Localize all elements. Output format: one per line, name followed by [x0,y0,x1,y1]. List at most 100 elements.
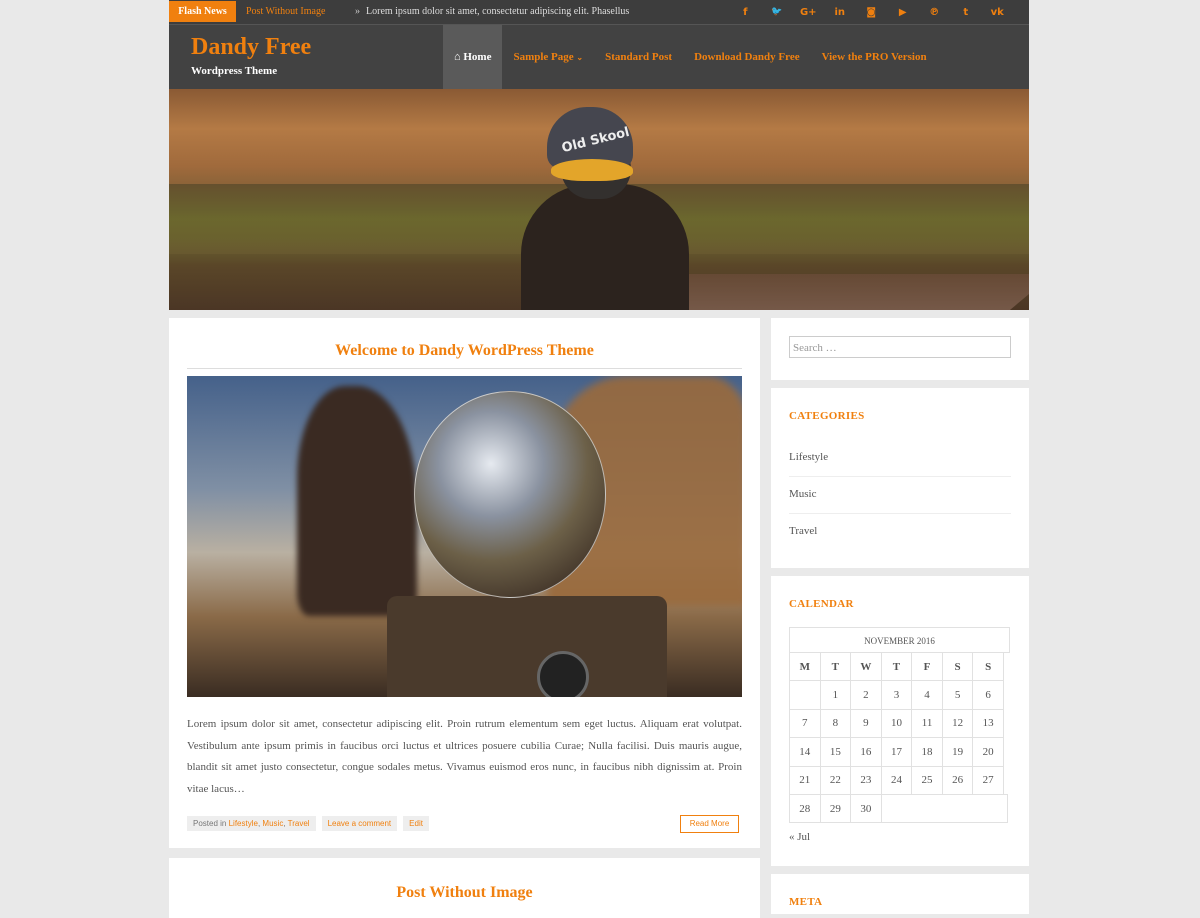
calendar-day: 26 [941,765,974,795]
calendar-day: 2 [850,680,882,710]
calendar-widget: CALENDAR NOVEMBER 2016 M T W T F S S 1 2… [771,576,1029,866]
post-excerpt: Lorem ipsum dolor sit amet, consectetur … [187,718,742,795]
category-separator: , [257,819,261,828]
google-plus-icon[interactable]: G+ [793,0,825,24]
calendar-day: 5 [941,680,974,710]
calendar-day-header: S [941,652,974,682]
category-item[interactable]: Lifestyle [789,439,1011,477]
post-featured-image[interactable] [187,376,742,697]
categories-widget: CATEGORIES Lifestyle Music Travel [771,388,1029,568]
calendar-day: 24 [880,765,913,795]
chevron-down-icon: ⌄ [576,53,584,62]
calendar-grid: M T W T F S S 1 2 3 4 5 6 7 8 9 10 11 12… [789,652,1010,824]
read-more-button[interactable]: Read More [680,815,739,833]
post-title[interactable]: Post Without Image [169,884,760,902]
flash-news-text[interactable]: Lorem ipsum dolor sit amet, consectetur … [366,0,629,24]
calendar-day-header: T [880,652,913,682]
tumblr-icon[interactable]: t [950,0,982,24]
calendar-day: 18 [911,737,943,767]
vk-icon[interactable]: vk [982,0,1014,24]
nav-item-home[interactable]: ⌂ Home [443,25,503,89]
image-wood-post [387,596,667,697]
calendar-day: 19 [941,737,974,767]
nav-item-standard-post[interactable]: Standard Post [594,25,683,89]
youtube-icon[interactable]: ▶ [887,0,919,24]
calendar-caption: NOVEMBER 2016 [789,627,1010,653]
calendar-day: 9 [850,708,882,739]
calendar-day: 13 [972,708,1004,739]
calendar-day: 15 [819,737,852,767]
calendar-day-header: W [850,652,882,682]
calendar-day: 12 [941,708,974,739]
calendar-week-row: 7 8 9 10 11 12 13 [789,708,1010,739]
home-icon: ⌂ [454,51,461,63]
calendar-week-row: 1 2 3 4 5 6 [789,680,1010,710]
calendar-day-header: F [911,652,943,682]
pinterest-icon[interactable]: ℗ [919,0,951,24]
nav-item-pro[interactable]: View the PRO Version [811,25,938,89]
category-link-music[interactable]: Music [262,819,283,828]
calendar-day-header: T [819,652,852,682]
linkedin-icon[interactable]: in [824,0,856,24]
calendar-empty-cell [880,793,1008,824]
calendar-day: 30 [850,793,882,824]
flash-news-arrow-icon: » [355,6,360,17]
calendar-day: 16 [850,737,882,767]
calendar-day: 10 [880,708,913,739]
calendar-week-row: 14 15 16 17 18 19 20 [789,737,1010,767]
calendar-day: 22 [819,765,852,795]
post-meta: Posted in Lifestyle, Music, Travel Leave… [187,816,429,831]
social-links: f 🐦 G+ in ◙ ▶ ℗ t vk [730,0,1014,24]
post-card: Post Without Image [169,858,760,918]
edit-label: Edit [409,819,423,828]
calendar-day: 25 [911,765,943,795]
nav-item-download[interactable]: Download Dandy Free [683,25,811,89]
flash-news-link[interactable]: Post Without Image [246,0,325,24]
widget-title: CATEGORIES [789,410,865,422]
calendar-day: 17 [880,737,913,767]
image-crystal-ball [414,391,606,598]
search-input[interactable]: Search … [789,336,1011,358]
hero-cap-brim [551,159,633,181]
calendar-day: 21 [789,765,821,795]
calendar-day: 11 [911,708,943,739]
calendar-day: 28 [789,793,821,824]
hero-person [521,184,689,310]
meta-widget: META [771,874,1029,914]
calendar-day: 20 [972,737,1004,767]
main-nav: ⌂ Home Sample Page ⌄ Standard Post Downl… [443,25,938,89]
image-rock-left [297,386,417,616]
header-image: Old Skool [169,89,1029,310]
leave-comment-label: Leave a comment [327,819,392,828]
widget-title: META [789,896,823,908]
calendar-week-row: 21 22 23 24 25 26 27 [789,765,1010,795]
top-bar: Flash News Post Without Image » Lorem ip… [169,0,1029,24]
nav-item-sample-page-label: Sample Page [513,51,574,63]
site-title[interactable]: Dandy Free [191,34,311,61]
nav-item-sample-page[interactable]: Sample Page ⌄ [502,25,594,89]
calendar-week-row: 28 29 30 [789,793,1010,824]
calendar-day: 1 [819,680,852,710]
posted-in-label: Posted in [193,819,227,828]
edit-link[interactable]: Edit [403,816,429,831]
category-item[interactable]: Travel [789,513,1011,550]
calendar-header-row: M T W T F S S [789,652,1010,682]
calendar-day: 29 [819,793,852,824]
calendar-day: 6 [972,680,1004,710]
leave-comment-link[interactable]: Leave a comment [321,816,398,831]
twitter-icon[interactable]: 🐦 [761,0,793,24]
calendar-day: 7 [789,708,821,739]
category-link-travel[interactable]: Travel [288,819,310,828]
instagram-icon[interactable]: ◙ [856,0,888,24]
widget-title: CALENDAR [789,598,854,610]
facebook-icon[interactable]: f [730,0,762,24]
calendar-prev-month-link[interactable]: « Jul [789,831,810,843]
category-link-lifestyle[interactable]: Lifestyle [229,819,258,828]
post-title[interactable]: Welcome to Dandy WordPress Theme [187,342,742,360]
site-header: Dandy Free Wordpress Theme ⌂ Home Sample… [169,24,1029,90]
category-separator: , [283,819,286,828]
site-description: Wordpress Theme [191,65,278,77]
search-widget: Search … [771,318,1029,380]
category-item[interactable]: Music [789,476,1011,514]
calendar-day-header: M [789,652,821,682]
